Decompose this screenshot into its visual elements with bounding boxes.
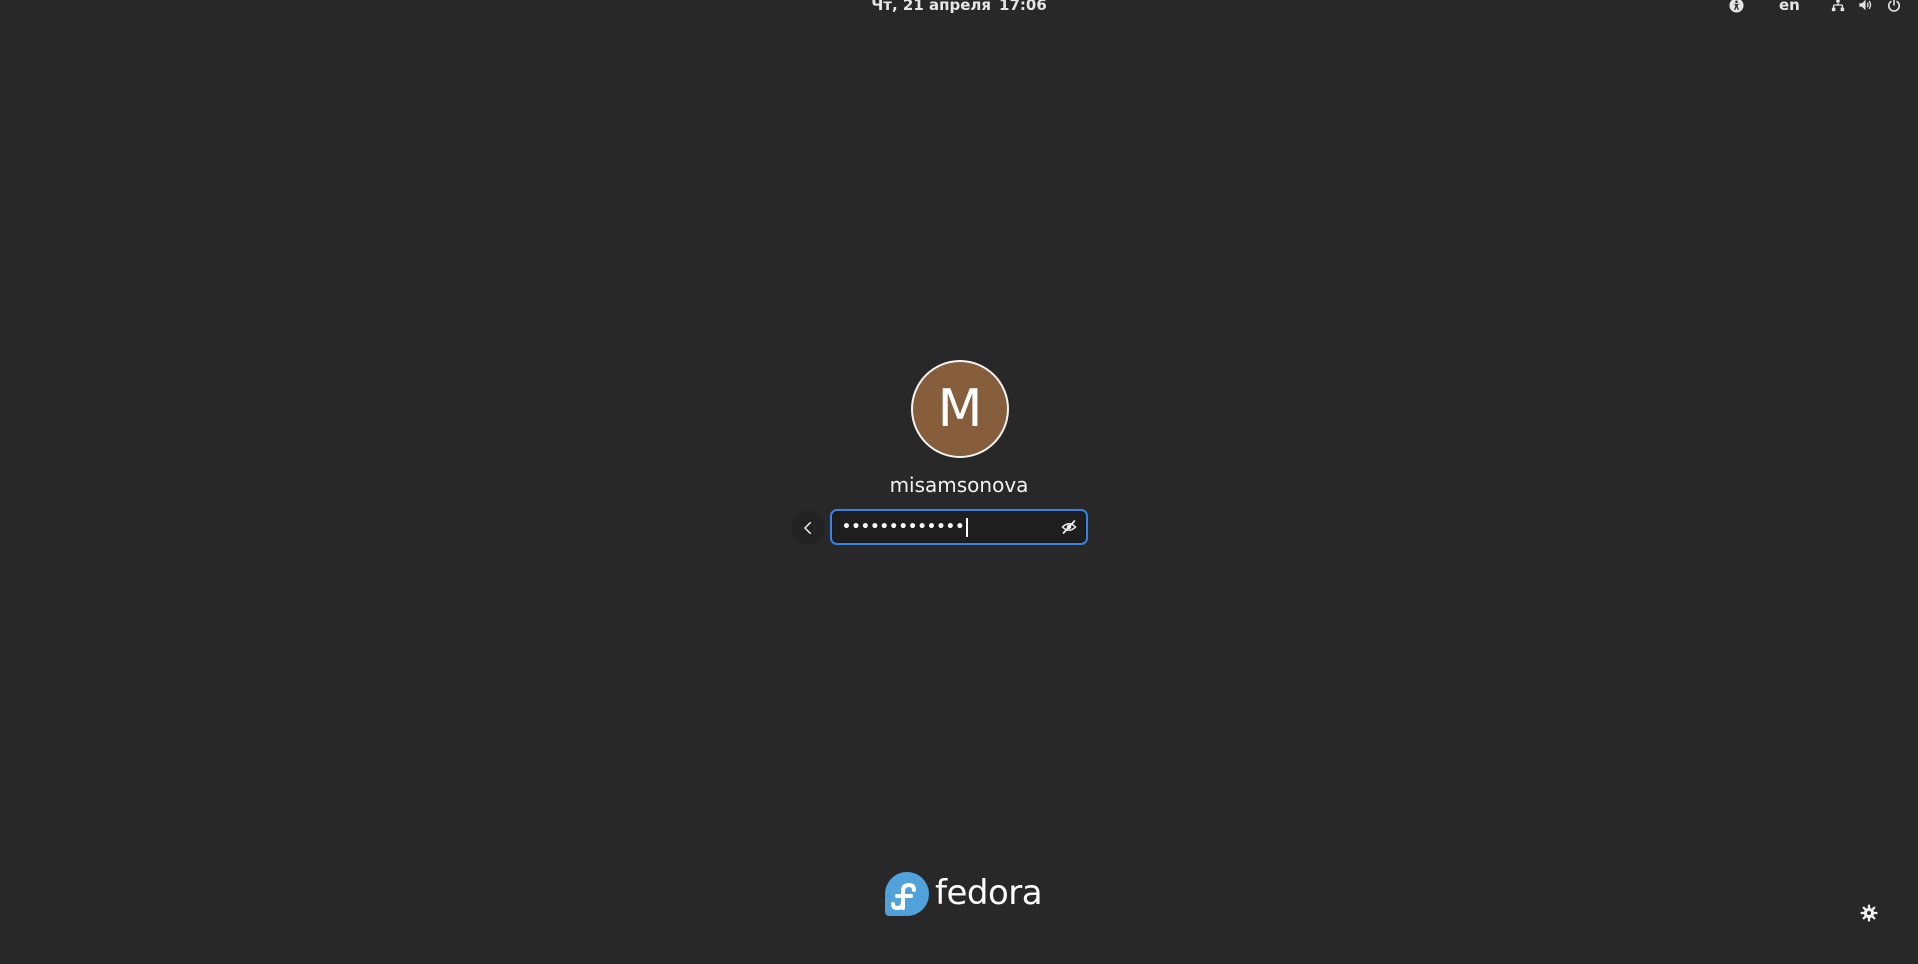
clock-date: Чт, 21 апреля <box>871 0 992 14</box>
password-value: ••••••••••••• <box>842 511 968 543</box>
accessibility-icon[interactable] <box>1728 0 1744 13</box>
clock-time: 17:06 <box>999 0 1047 14</box>
network-icon[interactable] <box>1830 0 1846 12</box>
power-icon[interactable] <box>1886 0 1902 12</box>
session-settings-button[interactable] <box>1856 900 1882 926</box>
text-caret <box>965 517 968 537</box>
clock[interactable]: Чт, 21 апреля 17:06 <box>0 0 1918 15</box>
fedora-wordmark: fedora <box>935 873 1043 913</box>
top-bar: Чт, 21 апреля 17:06 en <box>0 0 1918 14</box>
back-button[interactable] <box>791 511 825 545</box>
hide-password-icon[interactable] <box>1060 518 1078 536</box>
fedora-infinity-icon <box>885 872 929 916</box>
password-field[interactable]: ••••••••••••• <box>830 509 1088 545</box>
chevron-left-icon <box>804 521 811 535</box>
gear-icon <box>1860 904 1878 922</box>
language-indicator[interactable]: en <box>1779 0 1800 15</box>
volume-icon[interactable] <box>1857 0 1873 12</box>
avatar-initial: M <box>937 379 983 439</box>
username-label: misamsonova <box>889 473 1029 497</box>
password-masked-text: ••••••••••••• <box>842 519 965 535</box>
user-avatar: M <box>911 360 1009 458</box>
fedora-logo: fedora <box>885 872 1043 916</box>
